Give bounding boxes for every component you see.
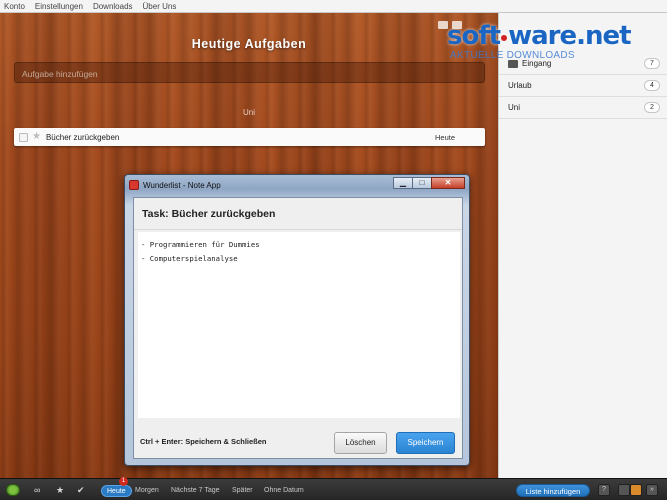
menu-konto[interactable]: Konto: [4, 2, 25, 11]
menu-ueber-uns[interactable]: Über Uns: [143, 2, 177, 11]
watermark-brand-a: soft: [447, 21, 501, 51]
filter-morgen[interactable]: Morgen: [135, 485, 159, 497]
task-name[interactable]: Bücher zurückgeben: [46, 133, 435, 142]
sidebar-item-count: 2: [644, 102, 660, 113]
layout-toggle-icon[interactable]: [618, 484, 630, 496]
dialog-body: Task: Bücher zurückgeben - Programmieren…: [133, 197, 463, 459]
delete-button[interactable]: Löschen: [334, 432, 387, 454]
task-row[interactable]: ★ Bücher zurückgeben Heute: [14, 128, 485, 146]
today-count-badge: 1: [119, 477, 128, 486]
dialog-footer: Ctrl + Enter: Speichern & Schließen Lösc…: [134, 420, 462, 458]
theme-icon[interactable]: [630, 484, 642, 496]
section-heading: Uni: [242, 108, 255, 117]
star-filter-icon[interactable]: ★: [56, 485, 64, 495]
filter-heute[interactable]: Heute: [101, 485, 132, 497]
add-task-input[interactable]: Aufgabe hinzufügen: [14, 62, 485, 83]
watermark-brand-b: ware.net: [508, 21, 631, 51]
dialog-title: Wunderlist - Note App: [143, 180, 221, 190]
sidebar-item-label: Urlaub: [508, 81, 532, 90]
menu-bar: Konto Einstellungen Downloads Über Uns: [0, 0, 667, 13]
close-button[interactable]: ✕: [431, 177, 465, 189]
app-icon: [129, 180, 139, 190]
add-list-button[interactable]: Liste hinzufügen: [516, 484, 590, 497]
help-button[interactable]: ?: [598, 484, 610, 496]
sidebar-item-uni[interactable]: Uni 2: [499, 97, 667, 119]
list-title: Heutige Aufgaben: [191, 37, 307, 51]
star-icon[interactable]: ★: [32, 132, 41, 142]
task-date: Heute: [434, 132, 455, 142]
watermark-logo: soft ware.net AKTUELLE DOWNLOADS: [447, 22, 667, 72]
filter-ohne-datum[interactable]: Ohne Datum: [264, 485, 304, 497]
sidebar-item-label: Uni: [508, 103, 521, 112]
shortcut-hint: Ctrl + Enter: Speichern & Schließen: [140, 437, 267, 446]
bottom-bar: ∞ ★ ✔ Heute Morgen Nächste 7 Tage Später…: [0, 478, 667, 500]
note-textarea[interactable]: - Programmieren für Dummies - Computersp…: [138, 232, 460, 418]
window-controls: ▁ □ ✕: [393, 177, 465, 189]
sidebar-item-count: 4: [644, 80, 660, 91]
watermark-dot-icon: [501, 35, 508, 41]
dialog-titlebar: Wunderlist - Note App: [129, 178, 221, 192]
note-line: - Programmieren für Dummies: [141, 240, 260, 249]
task-checkbox[interactable]: [19, 132, 28, 142]
note-dialog: Wunderlist - Note App ▁ □ ✕ Task: Bücher…: [124, 174, 470, 466]
sync-icon[interactable]: [6, 484, 20, 496]
task-heading: Task: Bücher zurückgeben: [134, 198, 462, 230]
filter-spaeter[interactable]: Später: [232, 485, 253, 497]
watermark-tagline: AKTUELLE DOWNLOADS: [450, 50, 575, 61]
next-icon[interactable]: »: [646, 484, 658, 496]
infinity-icon[interactable]: ∞: [34, 485, 40, 495]
maximize-button[interactable]: □: [412, 177, 432, 189]
checkmark-icon[interactable]: ✔: [77, 485, 85, 495]
save-button[interactable]: Speichern: [396, 432, 455, 454]
sidebar-item-urlaub[interactable]: Urlaub 4: [499, 75, 667, 97]
filter-naechste-7-tage[interactable]: Nächste 7 Tage: [171, 485, 220, 497]
minimize-button[interactable]: ▁: [393, 177, 413, 189]
list-sidebar: Eingang 7 Urlaub 4 Uni 2: [498, 13, 667, 478]
menu-einstellungen[interactable]: Einstellungen: [35, 2, 83, 11]
note-line: - Computerspielanalyse: [141, 254, 238, 263]
menu-downloads[interactable]: Downloads: [93, 2, 133, 11]
